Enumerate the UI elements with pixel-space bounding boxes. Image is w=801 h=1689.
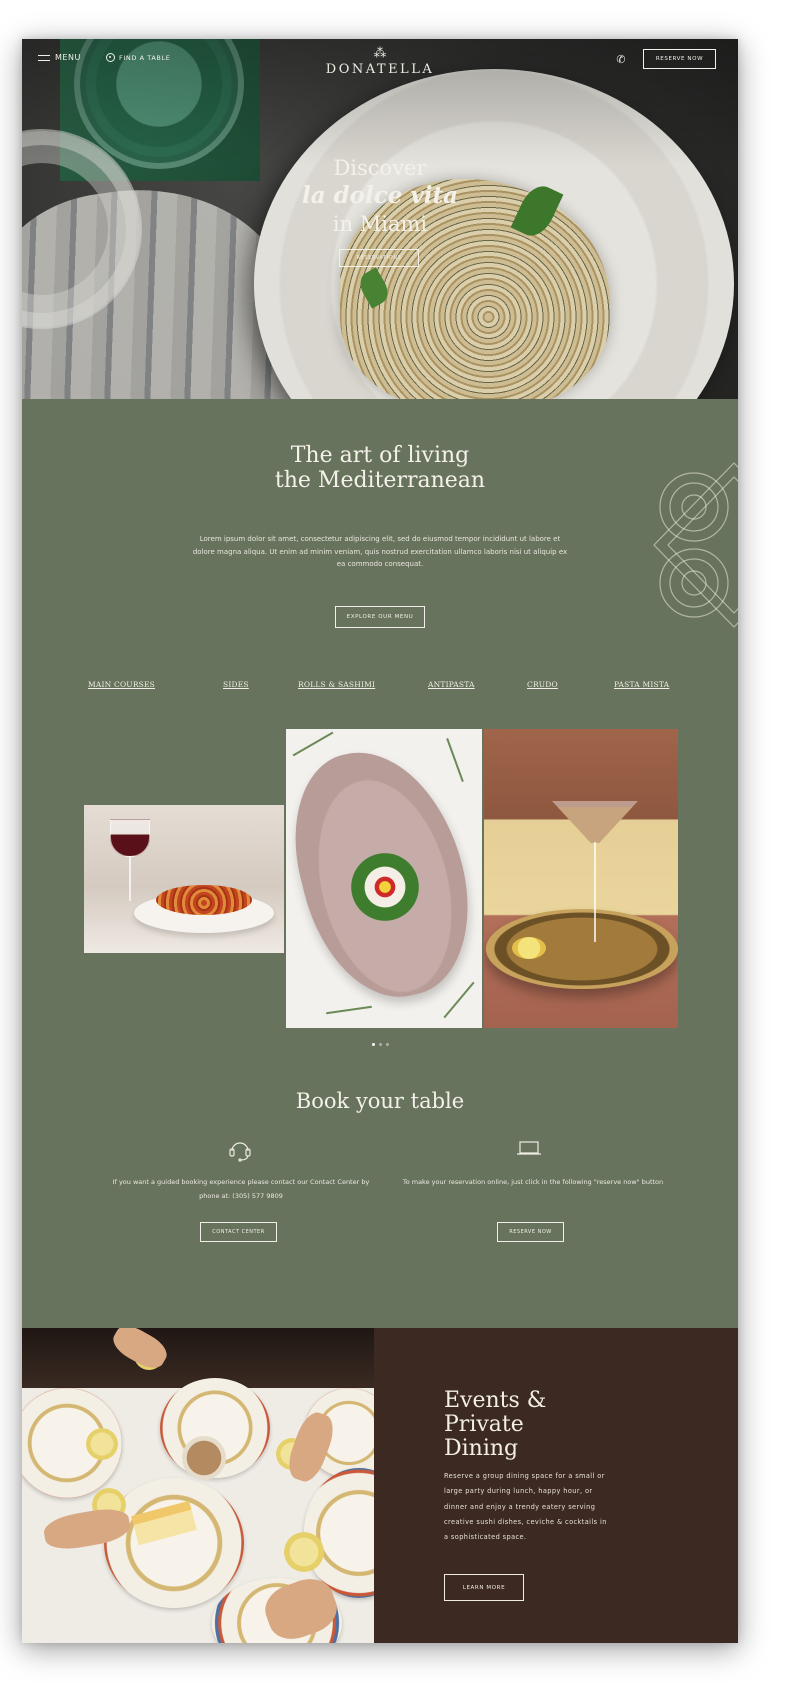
- reservations-button[interactable]: RESERVATIONS: [339, 249, 419, 267]
- logo[interactable]: ⁂ DONATELLA: [22, 46, 738, 78]
- crudo-dish: [346, 847, 424, 927]
- carousel-dots: [22, 1039, 738, 1046]
- events-title-line1: Events &: [444, 1388, 547, 1413]
- events-title-line3: Dining: [444, 1436, 519, 1461]
- rosemary-sprig: [446, 738, 464, 782]
- martini-glass-stem: [594, 842, 596, 942]
- laptop-icon: [517, 1141, 541, 1155]
- gallery-image-pasta-wine[interactable]: [84, 805, 284, 953]
- photo-background: [22, 1328, 374, 1388]
- gallery-image-crudo-plate[interactable]: [286, 729, 482, 1028]
- explore-menu-button[interactable]: EXPLORE OUR MENU: [335, 606, 425, 628]
- hero-title-line1: Discover: [333, 156, 427, 180]
- gallery-image-martini[interactable]: [484, 729, 678, 1028]
- plate: [104, 1478, 244, 1608]
- reserve-now-button[interactable]: RESERVE NOW: [643, 49, 716, 69]
- events-title: Events & Private Dining: [444, 1389, 546, 1461]
- wine-glass-stem: [129, 857, 131, 901]
- wine-glass: [110, 819, 150, 857]
- category-pasta-mista[interactable]: PASTA MISTA: [614, 680, 669, 689]
- events-title-line2: Private: [444, 1412, 524, 1437]
- art-title-line2: the Mediterranean: [274, 468, 486, 493]
- reserve-now-button-2[interactable]: RESERVE NOW: [497, 1222, 564, 1242]
- cocktail-glass: [284, 1532, 324, 1572]
- rosemary-sprig: [443, 981, 475, 1019]
- phone-icon[interactable]: ✆: [614, 53, 628, 67]
- category-sides[interactable]: SIDES: [223, 680, 249, 689]
- pasta: [156, 885, 252, 915]
- events-photo: [22, 1328, 374, 1643]
- rosemary-sprig: [326, 1005, 372, 1015]
- online-reservation-text: To make your reservation online, just cl…: [402, 1178, 664, 1186]
- category-main-courses[interactable]: MAIN COURSES: [88, 680, 155, 689]
- logo-text: DONATELLA: [325, 62, 435, 77]
- category-antipasta[interactable]: ANTIPASTA: [428, 680, 475, 689]
- hero-title-line3: in Miami: [332, 212, 428, 236]
- cocktail-glass: [86, 1428, 118, 1460]
- menu-categories: MAIN COURSES SIDES ROLLS & SASHIMI ANTIP…: [22, 680, 738, 694]
- contact-center-button[interactable]: CONTACT CENTER: [200, 1222, 277, 1242]
- art-title: The art of living the Mediterranean: [22, 443, 738, 493]
- martini-glass: [552, 801, 638, 843]
- art-body: Lorem ipsum dolor sit amet, consectetur …: [192, 535, 568, 568]
- carousel-dot[interactable]: [378, 1043, 382, 1046]
- logo-mark-icon: ⁂: [373, 46, 387, 61]
- page: MENU FIND A TABLE ⁂ DONATELLA ✆ RESERVE …: [22, 39, 738, 1643]
- knot-ornament-icon: [653, 462, 738, 628]
- category-rolls-sashimi[interactable]: ROLLS & SASHIMI: [298, 680, 375, 689]
- events-body: Reserve a group dining space for a small…: [444, 1472, 607, 1542]
- headset-icon: [229, 1142, 251, 1162]
- carousel-dot[interactable]: [385, 1043, 389, 1046]
- rosemary-sprig: [292, 731, 334, 757]
- top-nav: MENU FIND A TABLE ⁂ DONATELLA ✆ RESERVE …: [22, 39, 738, 89]
- hero-title: Discover la dolce vita in Miami: [22, 154, 738, 238]
- espresso-martini: [182, 1436, 226, 1480]
- category-crudo[interactable]: CRUDO: [527, 680, 558, 689]
- events-section: Events & Private Dining Reserve a group …: [22, 1328, 738, 1643]
- hero-section: MENU FIND A TABLE ⁂ DONATELLA ✆ RESERVE …: [22, 39, 738, 399]
- lemon-slice: [512, 937, 546, 959]
- art-title-line1: The art of living: [290, 443, 470, 468]
- book-title: Book your table: [295, 1089, 465, 1113]
- hero-title-line2: la dolce vita: [301, 182, 459, 209]
- carousel-dot[interactable]: [371, 1043, 375, 1046]
- learn-more-button[interactable]: LEARN MORE: [444, 1574, 524, 1601]
- contact-center-text: If you want a guided booking experience …: [112, 1178, 370, 1200]
